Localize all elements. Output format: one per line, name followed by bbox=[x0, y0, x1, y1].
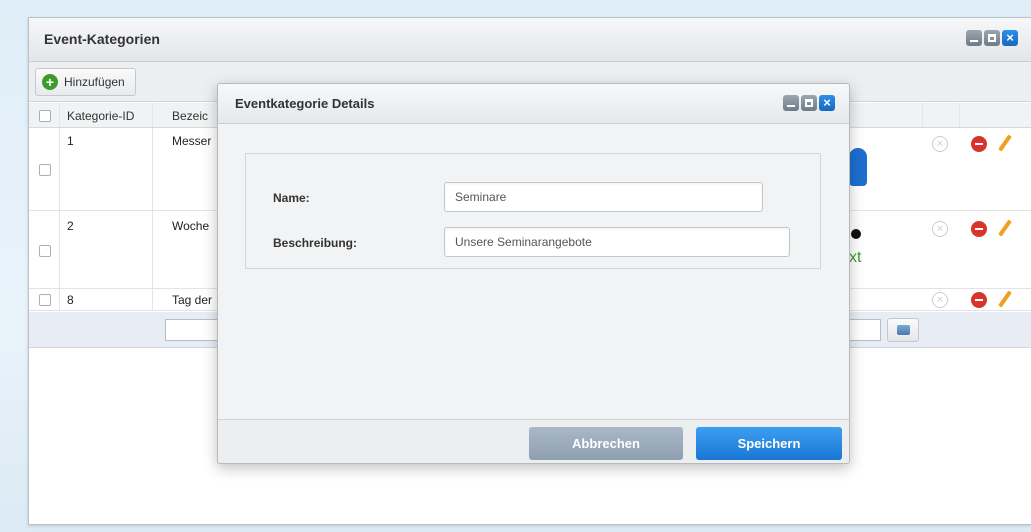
image-picker-icon[interactable] bbox=[887, 318, 919, 342]
row-checkbox[interactable] bbox=[39, 294, 51, 306]
description-label: Beschreibung: bbox=[273, 236, 358, 250]
delete-icon[interactable] bbox=[971, 136, 987, 152]
col-header-id[interactable]: Kategorie-ID bbox=[67, 109, 134, 123]
col-divider bbox=[59, 289, 60, 310]
window-title: Event-Kategorien bbox=[44, 31, 160, 47]
delete-icon[interactable] bbox=[971, 292, 987, 308]
row-checkbox[interactable] bbox=[39, 164, 51, 176]
col-divider bbox=[959, 103, 960, 127]
col-divider bbox=[59, 128, 60, 210]
col-divider bbox=[152, 128, 153, 210]
col-divider bbox=[59, 103, 60, 127]
row-image-thumbnail: xt bbox=[849, 221, 867, 279]
cancel-icon[interactable]: × bbox=[932, 221, 948, 237]
row-name: Tag der bbox=[172, 293, 213, 307]
row-checkbox[interactable] bbox=[39, 245, 51, 257]
row-id: 2 bbox=[67, 219, 74, 233]
delete-icon[interactable] bbox=[971, 221, 987, 237]
minimize-icon[interactable] bbox=[783, 95, 799, 111]
close-icon[interactable]: × bbox=[1002, 30, 1018, 46]
name-filter-input[interactable] bbox=[165, 319, 225, 341]
name-field[interactable] bbox=[444, 182, 763, 212]
col-divider bbox=[152, 211, 153, 288]
minimize-icon[interactable] bbox=[966, 30, 982, 46]
plus-icon bbox=[851, 229, 861, 239]
col-divider bbox=[152, 289, 153, 310]
maximize-icon[interactable] bbox=[984, 30, 1000, 46]
col-header-name[interactable]: Bezeic bbox=[172, 109, 208, 123]
dialog-window-controls: × bbox=[783, 95, 835, 111]
col-divider bbox=[59, 211, 60, 288]
description-field[interactable] bbox=[444, 227, 790, 257]
pencil-icon[interactable] bbox=[998, 290, 1012, 308]
select-all-checkbox[interactable] bbox=[39, 110, 51, 122]
pencil-icon[interactable] bbox=[998, 134, 1012, 152]
window-controls: × bbox=[966, 30, 1018, 46]
save-button[interactable]: Speichern bbox=[696, 427, 842, 460]
row-name: Messer bbox=[172, 134, 212, 148]
col-divider bbox=[922, 103, 923, 127]
add-button-label: Hinzufügen bbox=[64, 75, 125, 89]
close-icon[interactable]: × bbox=[819, 95, 835, 111]
row-image-text: xt bbox=[849, 249, 862, 266]
col-divider bbox=[152, 103, 153, 127]
dialog-footer: Abbrechen Speichern bbox=[218, 419, 849, 463]
row-name: Woche bbox=[172, 219, 210, 233]
dialog-titlebar[interactable]: Eventkategorie Details × bbox=[218, 84, 849, 124]
maximize-icon[interactable] bbox=[801, 95, 817, 111]
pencil-icon[interactable] bbox=[998, 219, 1012, 237]
cancel-button[interactable]: Abbrechen bbox=[529, 427, 683, 460]
details-form: Name: Beschreibung: bbox=[245, 153, 821, 269]
row-id: 1 bbox=[67, 134, 74, 148]
cancel-icon[interactable]: × bbox=[932, 292, 948, 308]
window-titlebar[interactable]: Event-Kategorien × bbox=[29, 18, 1031, 62]
row-id: 8 bbox=[67, 293, 74, 307]
add-button[interactable]: + Hinzufügen bbox=[35, 68, 136, 96]
row-image-thumbnail bbox=[849, 148, 867, 186]
dialog-title: Eventkategorie Details bbox=[235, 96, 375, 111]
name-label: Name: bbox=[273, 191, 310, 205]
cancel-icon[interactable]: × bbox=[932, 136, 948, 152]
category-details-dialog: Eventkategorie Details × Name: Beschreib… bbox=[217, 83, 850, 464]
plus-icon: + bbox=[42, 74, 58, 90]
